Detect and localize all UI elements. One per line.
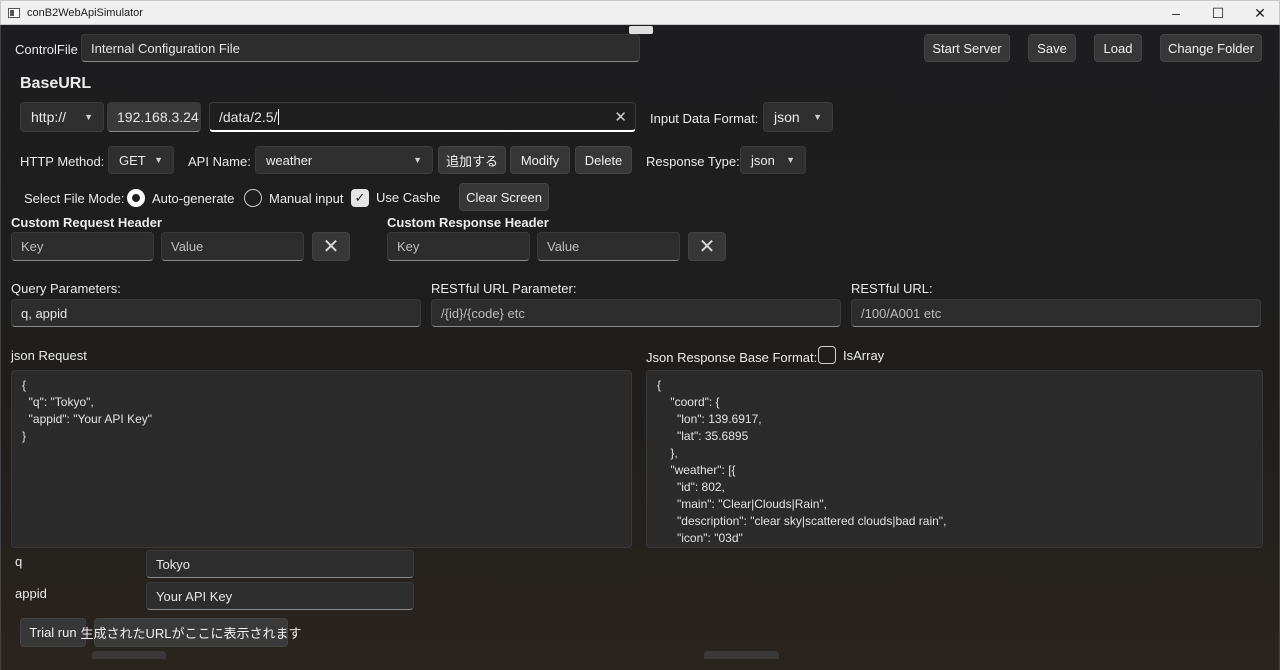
control-file-input[interactable]: Internal Configuration File xyxy=(81,34,640,62)
restful-param-label: RESTful URL Parameter: xyxy=(431,281,577,296)
response-type-select[interactable]: json ▼ xyxy=(740,146,806,174)
response-header-key-input[interactable]: Key xyxy=(387,232,530,261)
chevron-down-icon: ▼ xyxy=(813,112,822,122)
start-server-button[interactable]: Start Server xyxy=(924,34,1010,62)
query-params-input[interactable]: q, appid xyxy=(11,299,421,327)
use-cache-checkbox[interactable]: ✓ xyxy=(351,189,369,207)
control-file-label: ControlFile xyxy=(15,42,78,57)
json-response-label: Json Response Base Format: xyxy=(646,350,818,365)
api-name-select[interactable]: weather ▼ xyxy=(255,146,433,174)
request-header-key-input[interactable]: Key xyxy=(11,232,154,261)
app-body: ControlFile Internal Configuration File … xyxy=(0,25,1280,670)
file-mode-label: Select File Mode: xyxy=(24,191,125,206)
drag-handle[interactable] xyxy=(629,26,653,34)
maximize-icon[interactable]: ☐ xyxy=(1197,1,1239,25)
text-cursor xyxy=(278,108,280,125)
response-header-label: Custom Response Header xyxy=(387,215,549,230)
api-name-value: weather xyxy=(266,152,313,168)
auto-generate-label[interactable]: Auto-generate xyxy=(152,191,234,206)
request-header-value-input[interactable]: Value xyxy=(161,232,304,261)
restful-url-label: RESTful URL: xyxy=(851,281,933,296)
base-url-heading: BaseURL xyxy=(20,75,92,92)
input-format-value: json xyxy=(774,109,800,125)
http-method-value: GET xyxy=(119,152,146,168)
load-button[interactable]: Load xyxy=(1094,34,1142,62)
manual-input-label[interactable]: Manual input xyxy=(269,191,343,206)
http-method-label: HTTP Method: xyxy=(20,154,105,169)
remove-response-header-icon[interactable]: ✕ xyxy=(688,232,726,261)
protocol-select[interactable]: http:// ▼ xyxy=(20,102,104,132)
path-input[interactable]: /data/2.5/ ✕ xyxy=(209,102,636,132)
minimize-icon[interactable]: – xyxy=(1155,1,1197,25)
auto-generate-radio[interactable] xyxy=(127,189,145,207)
change-folder-button[interactable]: Change Folder xyxy=(1160,34,1262,62)
response-type-value: json xyxy=(751,152,775,168)
window-title: conB2WebApiSimulator xyxy=(27,7,143,19)
query-params-label: Query Parameters: xyxy=(11,281,121,296)
protocol-value: http:// xyxy=(31,109,67,125)
response-type-label: Response Type: xyxy=(646,154,740,169)
chevron-down-icon: ▼ xyxy=(786,155,795,165)
request-header-label: Custom Request Header xyxy=(11,215,162,230)
close-icon[interactable]: ✕ xyxy=(1239,1,1280,25)
path-value: /data/2.5/ xyxy=(219,108,278,125)
json-request-editor[interactable]: { "q": "Tokyo", "appid": "Your API Key" … xyxy=(11,370,632,548)
app-icon xyxy=(8,8,20,18)
modify-button[interactable]: Modify xyxy=(510,146,570,174)
partial-button[interactable] xyxy=(92,651,166,659)
restful-param-input[interactable]: /{id}/{code} etc xyxy=(431,299,841,327)
json-response-editor[interactable]: { "coord": { "lon": 139.6917, "lat": 35.… xyxy=(646,370,1263,548)
http-method-select[interactable]: GET ▼ xyxy=(108,146,174,174)
remove-request-header-icon[interactable]: ✕ xyxy=(312,232,350,261)
chevron-down-icon: ▼ xyxy=(413,155,422,165)
param-name-appid: appid xyxy=(15,586,47,601)
input-format-label: Input Data Format: xyxy=(650,111,759,126)
param-name-q: q xyxy=(15,554,23,569)
is-array-label[interactable]: IsArray xyxy=(843,348,884,363)
input-format-select[interactable]: json ▼ xyxy=(763,102,833,132)
clear-screen-button[interactable]: Clear Screen xyxy=(459,183,549,211)
json-request-label: json Request xyxy=(11,348,87,363)
generated-url-display: 生成されたURLがここに表示されます xyxy=(81,618,302,647)
delete-button[interactable]: Delete xyxy=(575,146,632,174)
response-header-value-input[interactable]: Value xyxy=(537,232,680,261)
chevron-down-icon: ▼ xyxy=(84,112,93,122)
chevron-down-icon: ▼ xyxy=(154,155,163,165)
param-value-q-input[interactable]: Tokyo xyxy=(146,550,414,578)
param-value-appid-input[interactable]: Your API Key xyxy=(146,582,414,610)
host-input[interactable]: 192.168.3.24 xyxy=(107,102,201,132)
add-api-button[interactable]: 追加する xyxy=(438,146,506,174)
use-cache-label[interactable]: Use Cashe xyxy=(376,190,440,205)
save-button[interactable]: Save xyxy=(1028,34,1076,62)
api-name-label: API Name: xyxy=(188,154,251,169)
title-bar: conB2WebApiSimulator – ☐ ✕ xyxy=(0,0,1280,25)
manual-input-radio[interactable] xyxy=(244,189,262,207)
trial-run-button[interactable]: Trial run xyxy=(20,618,86,647)
bottom-drag-handle[interactable] xyxy=(704,651,779,659)
clear-icon[interactable]: ✕ xyxy=(614,108,627,126)
restful-url-input[interactable]: /100/A001 etc xyxy=(851,299,1261,327)
is-array-checkbox[interactable] xyxy=(818,346,836,364)
